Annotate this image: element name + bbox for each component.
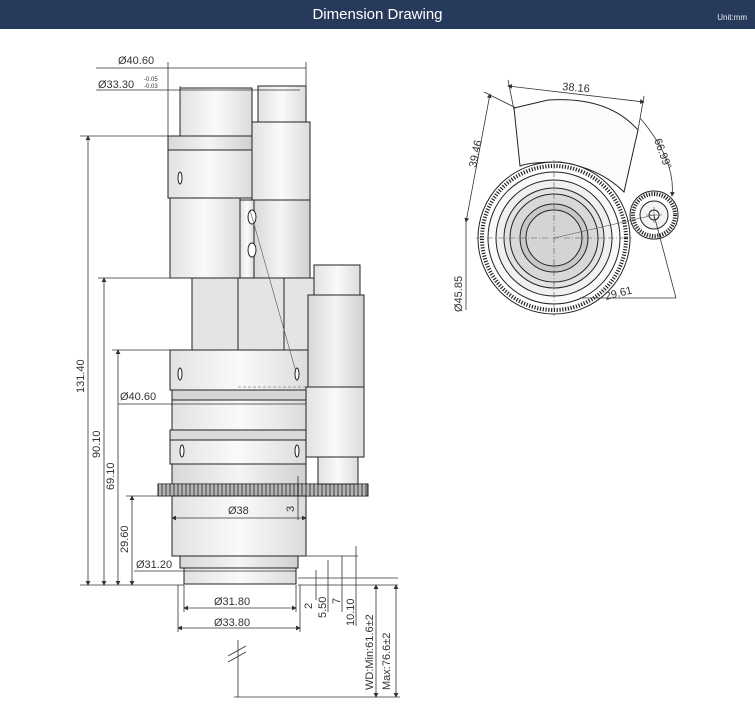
dim-gear-width: 3 [285, 506, 297, 512]
tolerance-upper: -0.05 [144, 77, 158, 83]
dim-bottom-outer-diameter: Ø33.80 [214, 617, 250, 629]
dim-length-a: 2 [303, 603, 315, 609]
dim-bottom-inner-diameter: Ø31.80 [214, 596, 250, 608]
dim-top-angle: 66.99° [651, 137, 673, 171]
dim-length-d: 10.10 [345, 598, 357, 626]
dim-length-c: 7 [331, 598, 343, 604]
dim-mid-diameter: Ø40.60 [120, 391, 156, 403]
dim-working-distance-min: WD:Min:61.6±2 [364, 614, 376, 690]
dim-top-gear-diameter: Ø45.85 [453, 276, 465, 312]
dim-height-total: 131.40 [75, 359, 87, 393]
page-title: Dimension Drawing [312, 6, 443, 23]
dim-flange-diameter: Ø33.30 [98, 79, 134, 91]
dim-top-diameter: Ø40.60 [118, 55, 154, 67]
dim-length-b: 5.50 [317, 597, 329, 618]
dimension-drawing: Ø40.60 Ø33.30 -0.05 -0.03 131.40 90.10 6… [75, 55, 679, 698]
dim-top-width: 38.16 [562, 81, 590, 95]
dim-height-3: 69.10 [105, 462, 117, 490]
dim-thread-diameter: Ø31.20 [136, 559, 172, 571]
dim-top-height: 39.46 [467, 139, 484, 168]
dim-gear-body-diameter: Ø38 [228, 505, 249, 517]
dim-working-distance-max: Max:76.6±2 [381, 633, 393, 690]
tolerance-lower: -0.03 [144, 84, 158, 90]
unit-label: Unit:mm [717, 13, 747, 22]
lens-top-view [476, 99, 679, 316]
dim-height-4: 29.60 [119, 525, 131, 553]
dim-height-2: 90.10 [91, 430, 103, 458]
lens-side-view [157, 85, 369, 585]
header-bar: Dimension Drawing Unit:mm [0, 0, 755, 29]
